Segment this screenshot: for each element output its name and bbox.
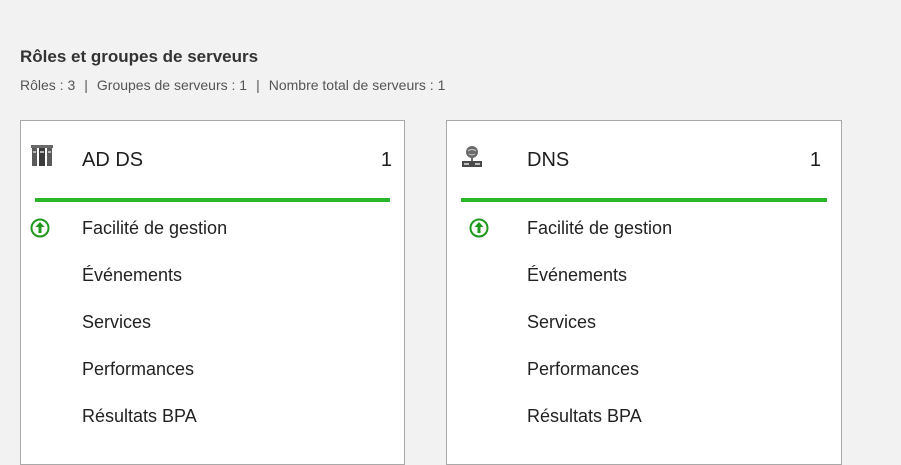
tile-server-count[interactable]: 1 bbox=[810, 149, 821, 172]
metric-events[interactable]: Événements bbox=[527, 265, 627, 286]
section-summary: Rôles : 3 | Groupes de serveurs : 1 | Nombre… bbox=[20, 77, 445, 93]
metric-bpa-results[interactable]: Résultats BPA bbox=[82, 406, 197, 427]
section-title: Rôles et groupes de serveurs bbox=[20, 47, 259, 66]
tile-server-count[interactable]: 1 bbox=[381, 149, 392, 172]
metric-manageability[interactable]: Facilité de gestion bbox=[527, 218, 672, 239]
servers-total-count: Nombre total de serveurs : 1 bbox=[268, 77, 446, 93]
metric-manageability[interactable]: Facilité de gestion bbox=[82, 218, 227, 239]
status-bar bbox=[35, 198, 390, 202]
role-tile-dns[interactable]: DNS 1 Facilité de gestion Événements Ser… bbox=[446, 120, 842, 465]
separator: | bbox=[84, 77, 88, 93]
status-ok-up-arrow-icon bbox=[469, 218, 489, 238]
tile-header[interactable]: DNS 1 bbox=[447, 121, 841, 199]
status-bar bbox=[461, 198, 827, 202]
server-groups-count: Groupes de serveurs : 1 bbox=[96, 77, 248, 93]
metric-services[interactable]: Services bbox=[527, 312, 596, 333]
metric-performance[interactable]: Performances bbox=[527, 359, 639, 380]
metric-services[interactable]: Services bbox=[82, 312, 151, 333]
metric-performance[interactable]: Performances bbox=[82, 359, 194, 380]
roles-count: Rôles : 3 bbox=[20, 77, 76, 93]
tile-header[interactable]: AD DS 1 bbox=[21, 121, 404, 199]
tile-title[interactable]: AD DS bbox=[82, 149, 143, 172]
dns-server-icon bbox=[462, 146, 482, 167]
separator: | bbox=[256, 77, 260, 93]
metric-events[interactable]: Événements bbox=[82, 265, 182, 286]
status-ok-up-arrow-icon bbox=[30, 218, 50, 238]
role-tile-ad-ds[interactable]: AD DS 1 Facilité de gestion Événements S… bbox=[20, 120, 405, 465]
ad-ds-icon bbox=[31, 145, 53, 166]
tile-title[interactable]: DNS bbox=[527, 149, 569, 172]
metric-bpa-results[interactable]: Résultats BPA bbox=[527, 406, 642, 427]
